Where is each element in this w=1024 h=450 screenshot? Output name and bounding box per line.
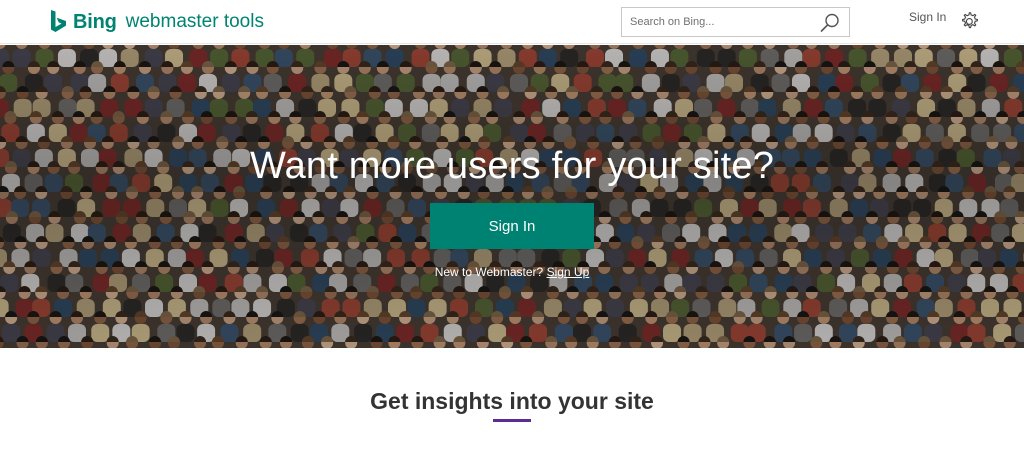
search-button[interactable] <box>819 12 841 34</box>
search-box <box>621 7 850 37</box>
top-header: Bing webmaster tools Sign In <box>0 0 1024 44</box>
settings-button[interactable] <box>959 10 981 32</box>
search-icon <box>820 13 839 32</box>
hero-overlay <box>0 45 1024 348</box>
new-user-prompt: New to Webmaster? Sign Up <box>0 265 1024 279</box>
heading-accent-bar <box>493 419 531 422</box>
hero-banner: Want more users for your site? Sign In N… <box>0 45 1024 348</box>
hero-title: Want more users for your site? <box>249 145 775 187</box>
gear-icon <box>962 12 978 29</box>
product-name: webmaster tools <box>125 11 264 32</box>
brand-name: Bing <box>73 10 117 33</box>
bing-logo-icon <box>51 10 66 32</box>
header-signin-link[interactable]: Sign In <box>909 10 946 24</box>
new-user-text: New to Webmaster? <box>434 265 544 279</box>
hero-signin-button[interactable]: Sign In <box>430 203 594 249</box>
search-input[interactable] <box>622 8 812 36</box>
insights-heading: Get insights into your site <box>370 388 654 414</box>
bing-webmaster-logo[interactable]: Bing webmaster tools <box>50 9 264 35</box>
signup-link[interactable]: Sign Up <box>547 265 590 279</box>
